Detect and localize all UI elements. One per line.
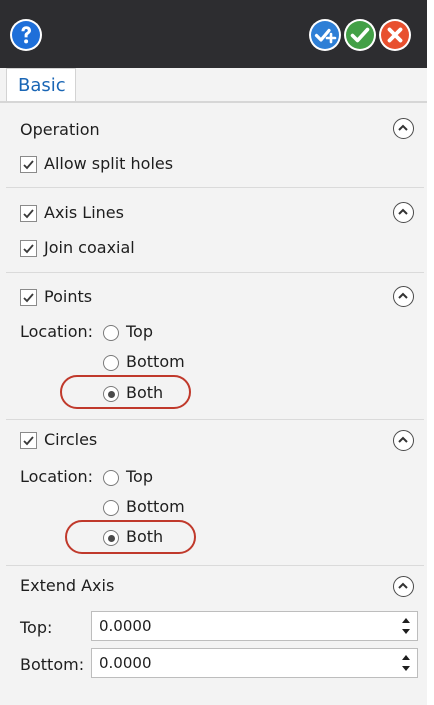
separator (6, 419, 424, 420)
spin-down-icon[interactable] (399, 663, 413, 674)
circles-collapse-button[interactable] (393, 430, 414, 451)
tab-divider (0, 101, 427, 103)
extend-top-spinner[interactable] (399, 615, 413, 637)
radio-button[interactable] (103, 325, 119, 341)
cancel-button[interactable] (378, 18, 412, 52)
extend-top-input[interactable] (92, 612, 382, 640)
points-checkbox[interactable] (20, 289, 37, 306)
apply-icon (309, 19, 341, 51)
axis-lines-checkbox[interactable] (20, 205, 37, 222)
radio-label: Top (126, 322, 153, 341)
operation-title: Operation (20, 120, 100, 139)
extend-top-field[interactable] (91, 611, 418, 641)
extend-bottom-input[interactable] (92, 649, 382, 677)
join-coaxial-label: Join coaxial (44, 238, 135, 257)
operation-collapse-button[interactable] (393, 118, 414, 139)
extend-bottom-label: Bottom: (20, 655, 85, 674)
chevron-up-icon (398, 124, 408, 131)
highlight-ring (60, 375, 191, 409)
checkmark-icon (23, 160, 34, 170)
points-location-label: Location: (20, 322, 94, 341)
help-button[interactable] (9, 18, 43, 52)
checkmark-icon (23, 209, 34, 219)
radio-button[interactable] (103, 500, 119, 516)
dialog-panel: Basic Operation Allow split holes Axis L… (0, 0, 427, 705)
spin-up-icon[interactable] (399, 652, 413, 663)
check-icon (344, 19, 376, 51)
ok-button[interactable] (343, 18, 377, 52)
chevron-up-icon (398, 292, 408, 299)
checkmark-icon (23, 244, 34, 254)
separator (6, 565, 424, 566)
extend-top-label: Top: (20, 618, 53, 637)
spin-down-icon[interactable] (399, 626, 413, 637)
radio-label: Top (126, 467, 153, 486)
join-coaxial-checkbox[interactable] (20, 240, 37, 257)
axis-lines-collapse-button[interactable] (393, 202, 414, 223)
highlight-ring (65, 520, 196, 554)
tab-basic-label: Basic (18, 75, 66, 96)
extend-axis-collapse-button[interactable] (393, 576, 414, 597)
circles-label: Circles (44, 430, 98, 449)
radio-button[interactable] (103, 470, 119, 486)
points-collapse-button[interactable] (393, 286, 414, 307)
radio-label: Bottom (126, 352, 185, 371)
axis-lines-label: Axis Lines (44, 203, 124, 222)
extend-axis-title: Extend Axis (20, 576, 115, 595)
chevron-up-icon (398, 436, 408, 443)
dialog-header (0, 0, 427, 68)
radio-button[interactable] (103, 355, 119, 371)
points-label: Points (44, 287, 93, 306)
close-icon (379, 19, 411, 51)
checkmark-icon (23, 293, 34, 303)
extend-bottom-field[interactable] (91, 648, 418, 678)
chevron-up-icon (398, 208, 408, 215)
allow-split-holes-checkbox[interactable] (20, 156, 37, 173)
checkmark-icon (23, 436, 34, 446)
help-icon (10, 19, 42, 51)
spin-up-icon[interactable] (399, 615, 413, 626)
separator (6, 272, 424, 273)
radio-label: Bottom (126, 497, 185, 516)
tab-basic[interactable]: Basic (6, 68, 76, 102)
extend-bottom-spinner[interactable] (399, 652, 413, 674)
allow-split-holes-label: Allow split holes (44, 154, 174, 173)
apply-button[interactable] (308, 18, 342, 52)
chevron-up-icon (398, 582, 408, 589)
circles-location-label: Location: (20, 467, 94, 486)
circles-checkbox[interactable] (20, 432, 37, 449)
separator (6, 187, 424, 188)
